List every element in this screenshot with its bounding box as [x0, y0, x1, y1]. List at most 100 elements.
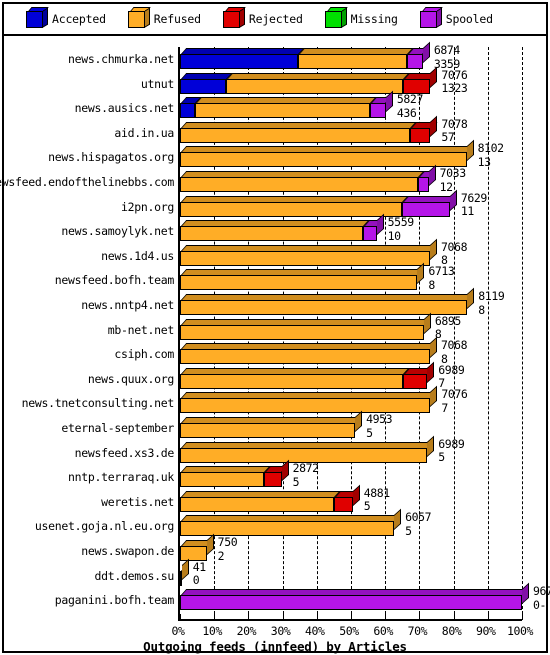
- bar-segment-spooled[interactable]: [417, 164, 436, 192]
- chart-legend: Accepted Refused Rejected Missing Spooled: [4, 4, 546, 36]
- bar-segment-accepted[interactable]: [180, 48, 305, 69]
- bar-row[interactable]: usenet.goja.nl.eu.org 6057 5: [4, 509, 546, 538]
- bar-segment-accepted[interactable]: [180, 72, 233, 94]
- bar-value-primary: 750: [217, 535, 238, 549]
- bar-row-label: i2pn.org: [121, 199, 174, 214]
- legend-item-rejected[interactable]: Rejected: [222, 6, 303, 28]
- bar-segment-refused[interactable]: [226, 72, 410, 94]
- bar-row[interactable]: ddt.demos.su 41 0: [4, 558, 546, 588]
- bar-segment-spooled[interactable]: [362, 213, 384, 242]
- bar-segment-refused[interactable]: [180, 386, 438, 414]
- bar-segment-spooled[interactable]: [370, 90, 393, 119]
- bar-row-label: news.1d4.us: [101, 248, 174, 263]
- bar-row[interactable]: news.1d4.us 7068 8: [4, 238, 546, 268]
- bar-row[interactable]: paganini.bofh.team 96740-: [4, 582, 550, 612]
- bar-value-secondary: 13: [477, 154, 491, 169]
- bar-row-label: mb-net.net: [107, 322, 175, 337]
- bar-segment-rejected[interactable]: [409, 115, 438, 143]
- bar-value-label: 7068 8: [441, 241, 468, 267]
- legend-label: Refused: [153, 12, 201, 26]
- bar-row-label: aid.in.ua: [114, 125, 174, 140]
- bar-row[interactable]: eternal-september 4953 5: [4, 410, 546, 440]
- bar-segment-top-face: [181, 367, 410, 374]
- bar-value-primary: 9674: [533, 584, 550, 599]
- legend-item-refused[interactable]: Refused: [127, 6, 201, 28]
- bar-segment-refused[interactable]: [180, 410, 363, 438]
- bar-segment-refused[interactable]: [180, 121, 417, 143]
- bar-row[interactable]: utnut 7076 1323: [4, 66, 546, 96]
- bar-row[interactable]: aid.in.ua 7078 57: [4, 115, 546, 145]
- bar-value-primary: 8102: [477, 141, 505, 156]
- bar-value-primary: 7076: [441, 387, 468, 402]
- bar-segment-top-face: [181, 318, 431, 325]
- bar-segment-refused[interactable]: [180, 287, 475, 315]
- bar-row-label: usenet.goja.nl.eu.org: [34, 519, 174, 534]
- bar-segment-refused[interactable]: [195, 97, 377, 119]
- bar-segment-refused[interactable]: [180, 490, 341, 512]
- bar-rows: news.chmurka.net 6874 3359 utnut 7076 1323 new…: [0, 36, 550, 621]
- legend-item-spooled[interactable]: Spooled: [419, 6, 493, 28]
- bar-segment-top-face: [181, 343, 437, 350]
- bar-segment-rejected[interactable]: [264, 459, 289, 488]
- bar-segment-top-face: [181, 48, 305, 54]
- legend-label: Accepted: [52, 12, 106, 26]
- bar-segment-refused[interactable]: [180, 171, 425, 192]
- bar-segment-top-face: [181, 466, 271, 473]
- bar-segment-refused[interactable]: [180, 466, 271, 488]
- bar-row-label: newsfeed.bofh.team: [54, 273, 175, 288]
- bar-segment-spooled[interactable]: [407, 41, 430, 69]
- bar-value-secondary: 5: [366, 425, 373, 440]
- bar-segment-top-face: [181, 392, 437, 399]
- bar-segment-rejected[interactable]: [403, 361, 435, 389]
- bar-row[interactable]: news.tnetconsulting.net 7076 7: [4, 386, 546, 415]
- bar-segment-side-face: [417, 263, 425, 285]
- bar-value-primary: 5827: [396, 92, 424, 107]
- bar-segment-refused[interactable]: [180, 336, 437, 365]
- legend-item-missing[interactable]: Missing: [324, 6, 398, 28]
- bar-segment-refused[interactable]: [180, 312, 431, 340]
- bar-value-label: 4881 5: [364, 487, 391, 513]
- bar-row[interactable]: news.nntp4.net 8119 8: [4, 287, 546, 317]
- bar-segment-refused[interactable]: [180, 238, 437, 266]
- bar-row[interactable]: nntp.terraraq.uk 2872 5: [4, 459, 546, 489]
- bar-value-primary: 7068: [441, 338, 468, 353]
- bar-segment-side-face: [394, 509, 402, 531]
- legend-item-accepted[interactable]: Accepted: [26, 6, 106, 28]
- bar-value-secondary: 5: [438, 450, 445, 465]
- bar-row-label: newsfeed.endofthelinebbs.com: [0, 175, 174, 189]
- bar-value-primary: 6989: [438, 436, 465, 451]
- bar-value-label: 6874 3359: [434, 44, 461, 70]
- bar-segment-top-face: [181, 515, 401, 522]
- bar-segment-refused[interactable]: [180, 195, 409, 217]
- bar-segment-refused[interactable]: [180, 220, 370, 242]
- bar-row[interactable]: newsfeed.xs3.de 6989 5: [4, 435, 546, 465]
- bar-value-primary: 6713: [428, 264, 455, 279]
- bar-segment-rejected[interactable]: [333, 484, 360, 512]
- bar-segment-top-face: [181, 490, 341, 497]
- bar-segment-accepted[interactable]: [180, 97, 202, 119]
- bar-segment-refused[interactable]: [180, 367, 410, 389]
- bar-value-label: 7076 1323: [441, 69, 468, 95]
- bar-value-label: 7068 8: [441, 338, 468, 365]
- legend-swatch-icon: [324, 6, 348, 28]
- bar-segment-top-face: [181, 146, 473, 153]
- bar-segment-refused[interactable]: [180, 140, 474, 168]
- bar-segment-top-face: [181, 171, 425, 177]
- bar-value-label: 7078 57: [441, 118, 468, 145]
- bar-value-secondary: 7: [441, 400, 448, 415]
- bar-row[interactable]: news.swapon.de 750 2: [4, 533, 546, 563]
- bar-row-label: newsfeed.xs3.de: [74, 445, 175, 460]
- bar-row[interactable]: newsfeed.bofh.team 6713 8: [4, 263, 546, 292]
- bar-value-primary: 4953: [366, 412, 393, 426]
- bar-segment-refused[interactable]: [180, 263, 425, 291]
- bar-value-label: 7629 11: [461, 192, 488, 218]
- bar-value-secondary: 57: [441, 130, 455, 145]
- bar-segment-spooled[interactable]: [180, 582, 529, 611]
- bar-row[interactable]: weretis.net 4881 5: [4, 484, 546, 514]
- bar-row[interactable]: csiph.com 7068 8: [4, 336, 546, 366]
- bar-row[interactable]: i2pn.org 7629 11: [4, 189, 546, 219]
- bar-segment-refused[interactable]: [297, 48, 414, 69]
- bar-segment-refused[interactable]: [180, 558, 189, 586]
- legend-label: Rejected: [248, 12, 303, 26]
- bar-value-secondary: 0-: [533, 597, 547, 612]
